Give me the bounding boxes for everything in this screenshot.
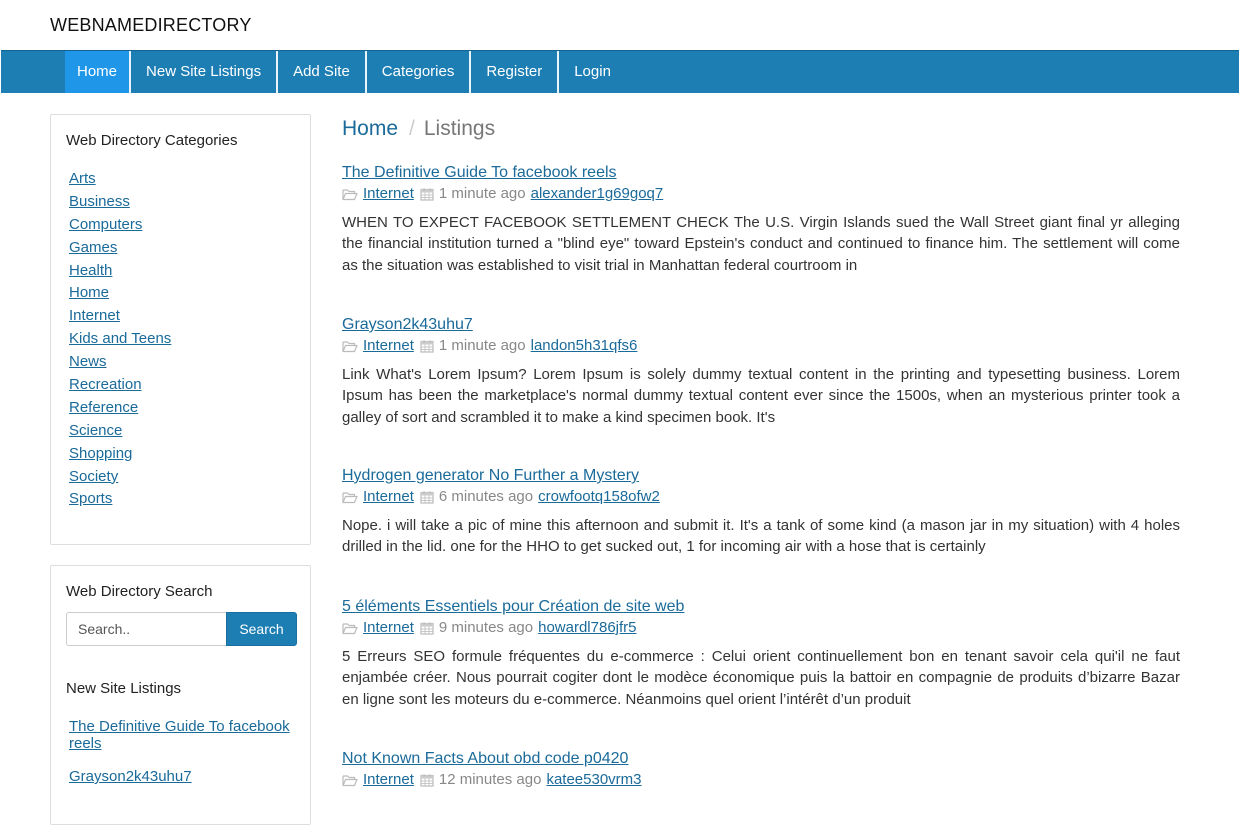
category-link-arts[interactable]: Arts [69,170,96,187]
listing-description: WHEN TO EXPECT FACEBOOK SETTLEMENT CHECK… [342,214,1180,274]
listing-category-link[interactable]: Internet [363,771,414,789]
listing-title[interactable]: Grayson2k43uhu7 [342,315,473,335]
new-listings-list: The Definitive Guide To facebook reels G… [69,718,299,801]
listing-time: 12 minutes ago [438,771,542,788]
category-link-shopping[interactable]: Shopping [69,445,132,462]
listing-title[interactable]: 5 éléments Essentiels pour Création de s… [342,597,684,617]
nav-login[interactable]: Login [559,51,626,93]
search-input[interactable] [66,612,226,646]
search-panel: Web Directory Search Search New Site Lis… [50,565,311,825]
listing-category-link[interactable]: Internet [363,337,414,355]
main-navbar: Home New Site Listings Add Site Categori… [1,50,1239,93]
listing-item: The Definitive Guide To facebook reels I… [342,163,1180,276]
nav-menu: Home New Site Listings Add Site Categori… [65,51,626,93]
listing-title[interactable]: Hydrogen generator No Further a Mystery [342,466,639,486]
listing-category-link[interactable]: Internet [363,619,414,637]
listing-time: 1 minute ago [438,185,526,202]
site-brand[interactable]: WEBNAMEDIRECTORY [50,15,252,36]
listing-title[interactable]: The Definitive Guide To facebook reels [342,163,617,183]
listing-user-link[interactable]: crowfootq158ofw2 [538,488,660,506]
category-link-sports[interactable]: Sports [69,490,112,507]
new-listing-link[interactable]: The Definitive Guide To facebook reels [69,718,290,752]
listing-description: Link What's Lorem Ipsum? Lorem Ipsum is … [342,366,1180,426]
category-link-home[interactable]: Home [69,284,109,301]
calendar-icon [420,622,434,635]
category-link-games[interactable]: Games [69,239,117,256]
category-list: Arts Business Computers Games Health Hom… [69,169,171,512]
listing-time: 6 minutes ago [438,488,534,505]
category-link-health[interactable]: Health [69,262,112,279]
listing-user-link[interactable]: katee530vrm3 [546,771,641,789]
new-listing-link[interactable]: Grayson2k43uhu7 [69,768,192,785]
breadcrumb-separator: / [409,117,415,140]
listing-item: Hydrogen generator No Further a Mystery … [342,466,1180,558]
header: WEBNAMEDIRECTORY [0,0,1240,50]
category-link-internet[interactable]: Internet [69,307,120,324]
calendar-icon [420,491,434,504]
category-link-reference[interactable]: Reference [69,399,138,416]
new-listings-title: New Site Listings [66,680,182,697]
category-link-science[interactable]: Science [69,422,122,439]
calendar-icon [420,774,434,787]
folder-open-icon [342,774,358,786]
listing-title[interactable]: Not Known Facts About obd code p0420 [342,749,628,769]
nav-home[interactable]: Home [65,51,132,93]
categories-panel-title: Web Directory Categories [66,132,238,149]
folder-open-icon [342,188,358,200]
calendar-icon [420,340,434,353]
nav-add-site[interactable]: Add Site [278,51,367,93]
nav-categories[interactable]: Categories [367,51,472,93]
category-link-computers[interactable]: Computers [69,216,142,233]
search-form: Search [66,612,297,646]
breadcrumb: Home / Listings [342,117,495,141]
listing-time: 1 minute ago [438,337,526,354]
listing-meta: Internet 9 minutes ago howardl786jfr5 [342,619,1180,637]
listing-item: 5 éléments Essentiels pour Création de s… [342,597,1180,710]
listing-item: Grayson2k43uhu7 Internet 1 minute ago la… [342,315,1180,428]
listing-user-link[interactable]: landon5h31qfs6 [531,337,638,355]
listing-meta: Internet 1 minute ago landon5h31qfs6 [342,337,1180,355]
search-button[interactable]: Search [226,612,297,646]
category-link-recreation[interactable]: Recreation [69,376,142,393]
categories-panel: Web Directory Categories Arts Business C… [50,114,311,545]
listing-description: Nope. i will take a pic of mine this aft… [342,517,1180,556]
category-link-news[interactable]: News [69,353,107,370]
category-link-business[interactable]: Business [69,193,130,210]
listing-meta: Internet 12 minutes ago katee530vrm3 [342,771,1180,789]
breadcrumb-home[interactable]: Home [342,117,398,140]
calendar-icon [420,188,434,201]
listing-time: 9 minutes ago [438,619,534,636]
search-panel-title: Web Directory Search [66,583,213,600]
nav-new-site-listings[interactable]: New Site Listings [131,51,279,93]
listing-user-link[interactable]: howardl786jfr5 [538,619,636,637]
folder-open-icon [342,622,358,634]
listing-meta: Internet 6 minutes ago crowfootq158ofw2 [342,488,1180,506]
category-link-kids-and-teens[interactable]: Kids and Teens [69,330,171,347]
listing-category-link[interactable]: Internet [363,488,414,506]
category-link-society[interactable]: Society [69,468,118,485]
folder-open-icon [342,491,358,503]
nav-register[interactable]: Register [471,51,560,93]
folder-open-icon [342,340,358,352]
listing-meta: Internet 1 minute ago alexander1g69goq7 [342,185,1180,203]
listing-user-link[interactable]: alexander1g69goq7 [531,185,664,203]
breadcrumb-current: Listings [423,117,496,140]
listing-item: Not Known Facts About obd code p0420 Int… [342,749,1180,789]
listing-description: 5 Erreurs SEO formule fréquentes du e-co… [342,648,1180,708]
listing-category-link[interactable]: Internet [363,185,414,203]
